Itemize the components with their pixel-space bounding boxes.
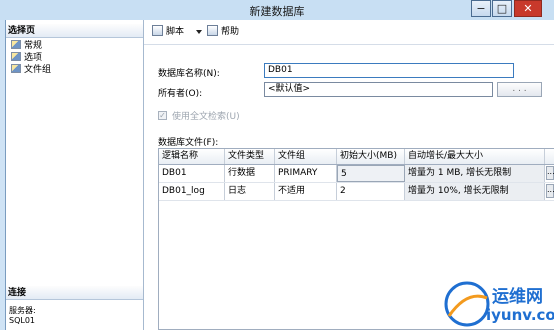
table-row[interactable]: DB01_log 日志 不适用 2 增量为 10%, 增长无限制 ... [159,183,554,201]
help-icon [207,25,218,36]
autogrowth-cell[interactable]: 增量为 10%, 增长无限制 [405,183,545,200]
page-icon [11,52,21,61]
page-item-options[interactable]: 选项 [11,52,42,64]
help-label: 帮助 [221,27,240,37]
page-icon [11,40,21,49]
owner-label: 所有者(O): [158,89,203,99]
help-button[interactable]: 帮助 [207,25,239,39]
maximize-button[interactable]: □ [492,0,512,17]
db-name-label: 数据库名称(N): [158,69,220,79]
title-bar: 新建数据库 − □ ✕ [0,0,554,20]
page-item-label: 文件组 [24,65,52,75]
chevron-down-icon[interactable] [196,30,202,34]
page-icon [11,64,21,73]
fulltext-label: 使用全文检索(U) [172,112,240,122]
file-type-cell[interactable]: 日志 [225,183,275,200]
fulltext-checkbox[interactable]: ✓ [158,111,167,120]
watermark: 运维网 iyunv.com [438,276,554,330]
watermark-logo-icon [444,281,490,327]
watermark-brand-en: iyunv.com [486,306,554,324]
file-type-cell[interactable]: 行数据 [225,165,275,182]
server-value: SQL01 [9,316,36,325]
close-button[interactable]: ✕ [514,0,542,17]
script-icon [152,25,163,36]
server-label: 服务器: [9,306,36,315]
page-item-label: 选项 [24,53,43,63]
watermark-brand-cn: 运维网 [492,287,543,307]
column-header-logical-name[interactable]: 逻辑名称 [159,149,225,164]
filegroup-cell[interactable]: PRIMARY [275,165,337,182]
column-header-autogrowth[interactable]: 自动增长/最大大小 [405,149,545,164]
page-item-general[interactable]: 常规 [11,40,42,52]
initial-size-cell[interactable]: 5 [337,165,405,182]
column-header-filegroup[interactable]: 文件组 [275,149,337,164]
page-item-filegroups[interactable]: 文件组 [11,64,51,76]
column-header-file-type[interactable]: 文件类型 [225,149,275,164]
table-row[interactable]: DB01 行数据 PRIMARY 5 增量为 1 MB, 增长无限制 ... [159,165,554,183]
db-name-input[interactable]: DB01 [264,63,514,78]
autogrowth-edit-button[interactable]: ... [546,184,554,198]
left-pane: 选择页 常规 选项 文件组 连接 服务器: SQL01 [6,20,144,330]
minimize-button[interactable]: − [471,0,491,17]
script-label: 脚本 [166,27,185,37]
table-header-row: 逻辑名称 文件类型 文件组 初始大小(MB) 自动增长/最大大小 [159,149,554,165]
logical-name-cell[interactable]: DB01 [159,165,225,182]
autogrowth-cell[interactable]: 增量为 1 MB, 增长无限制 [405,165,545,182]
owner-browse-button[interactable]: . . . [497,82,542,97]
autogrowth-edit-button[interactable]: ... [546,166,554,180]
script-button[interactable]: 脚本 [152,25,184,39]
toolbar: 脚本 帮助 [144,20,554,45]
database-files-label: 数据库文件(F): [158,138,219,148]
page-item-label: 常规 [24,41,43,51]
connection-header: 连接 [6,286,143,300]
initial-size-cell[interactable]: 2 [337,183,405,200]
filegroup-cell[interactable]: 不适用 [275,183,337,200]
column-header-initial-size[interactable]: 初始大小(MB) [337,149,405,164]
owner-input[interactable]: <默认值> [264,82,493,97]
logical-name-cell[interactable]: DB01_log [159,183,225,200]
select-page-header: 选择页 [6,24,143,38]
